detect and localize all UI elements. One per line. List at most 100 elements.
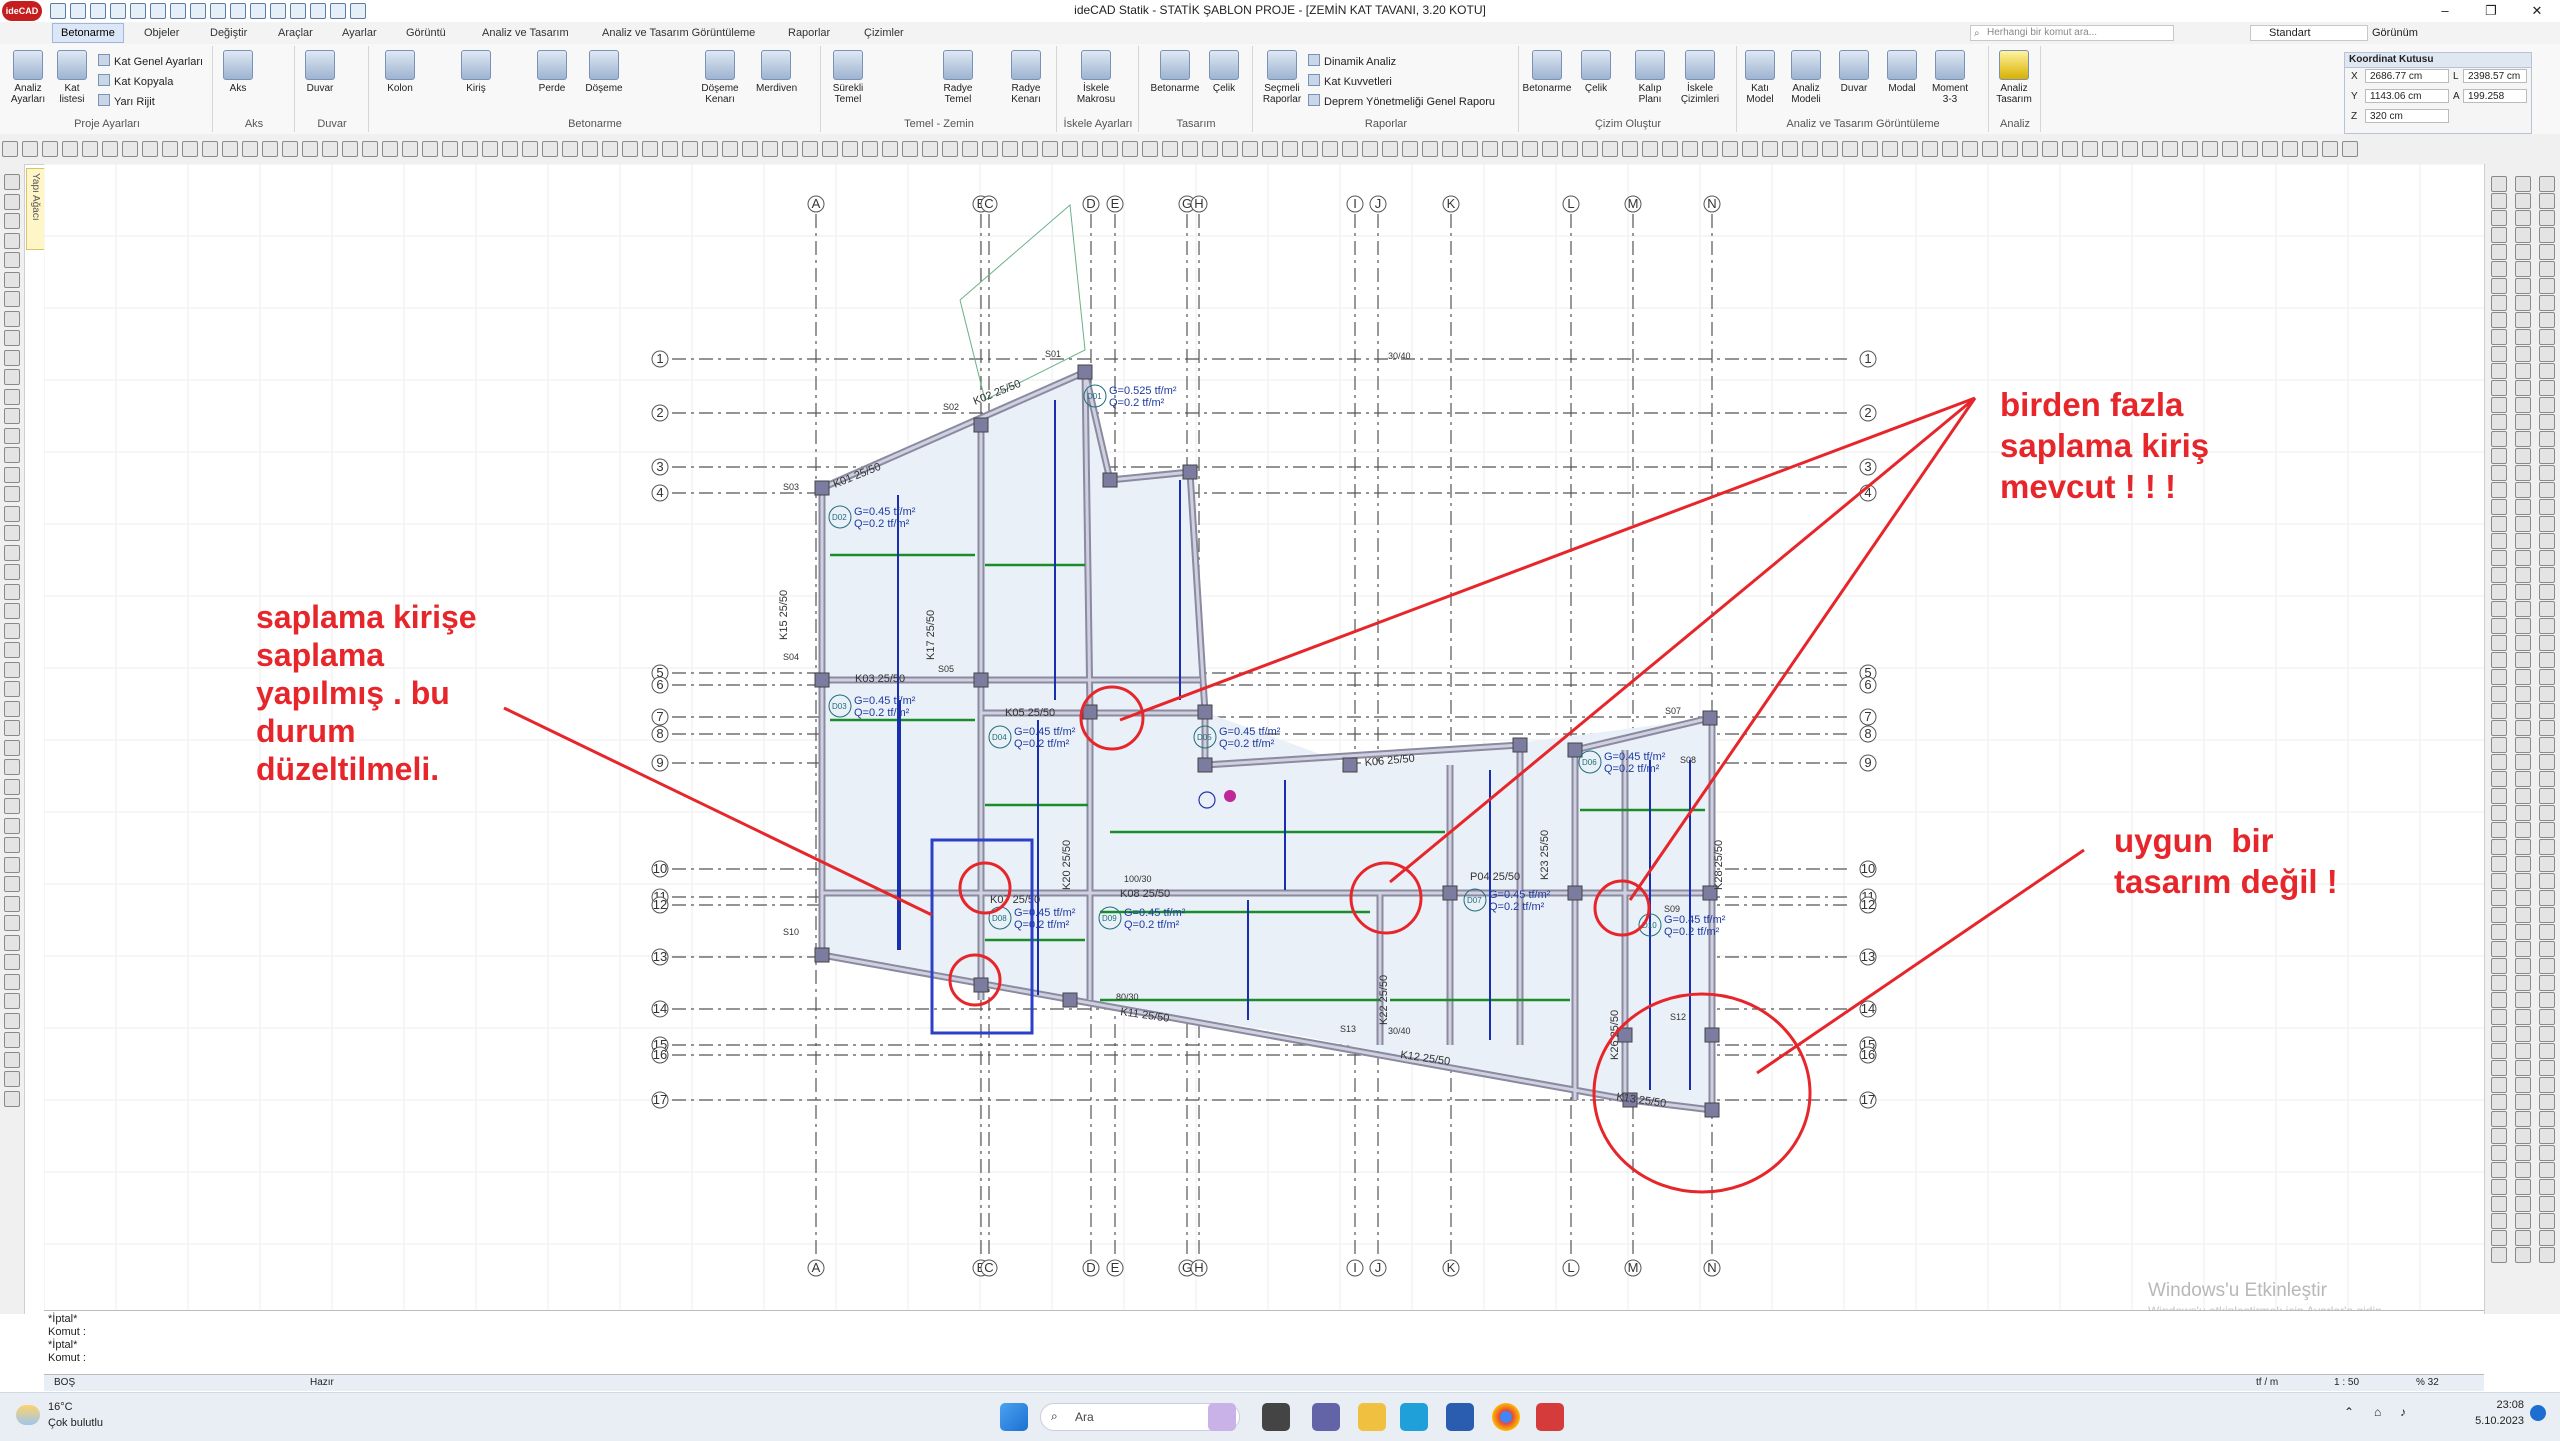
right-tool-icon[interactable] [2515,907,2531,923]
surekli-temel-button[interactable]: Sürekli Temel [828,50,868,105]
tool-icon[interactable] [1882,141,1898,157]
right-tool-icon[interactable] [2515,1162,2531,1178]
tool-icon[interactable] [2262,141,2278,157]
right-tool-icon[interactable] [2515,618,2531,634]
duvar-view-button[interactable]: Duvar [1834,50,1874,94]
tasarim-celik-button[interactable]: Çelik [1204,50,1244,94]
edge-icon[interactable] [1400,1403,1428,1431]
left-tool-icon[interactable] [4,466,20,483]
right-tool-icon[interactable] [2491,1111,2507,1127]
notification-icon[interactable] [2530,1405,2546,1421]
analiz-modeli-button[interactable]: Analiz Modeli [1786,50,1826,105]
tool-icon[interactable] [1202,141,1218,157]
weather-icon[interactable] [16,1405,40,1425]
tool-icon[interactable] [202,141,218,157]
right-tool-icon[interactable] [2539,329,2555,345]
right-tool-icon[interactable] [2515,516,2531,532]
network-icon[interactable]: ⌂ [2374,1405,2381,1419]
tool-icon[interactable] [442,141,458,157]
tool-icon[interactable] [1102,141,1118,157]
tool-icon[interactable] [1162,141,1178,157]
right-tool-icon[interactable] [2491,448,2507,464]
right-tool-icon[interactable] [2515,669,2531,685]
right-tool-icon[interactable] [2491,1128,2507,1144]
tool-icon[interactable] [342,141,358,157]
tool-icon[interactable] [1582,141,1598,157]
kat-kuvvetleri-button[interactable]: Kat Kuvvetleri [1308,74,1392,88]
right-tool-icon[interactable] [2539,1179,2555,1195]
status-unit[interactable]: tf / m [2256,1377,2278,1388]
right-tool-icon[interactable] [2515,975,2531,991]
right-tool-icon[interactable] [2491,465,2507,481]
tool-icon[interactable] [1042,141,1058,157]
left-tool-icon[interactable] [4,778,20,795]
tool-icon[interactable] [42,141,58,157]
right-tool-icon[interactable] [2515,1196,2531,1212]
right-tool-icon[interactable] [2539,686,2555,702]
tool-icon[interactable] [1342,141,1358,157]
right-tool-icon[interactable] [2491,1213,2507,1229]
left-tool-icon[interactable] [4,837,20,853]
left-tool-icon[interactable] [4,798,20,814]
tool-icon[interactable] [22,141,38,157]
right-tool-icon[interactable] [2491,601,2507,617]
perde-button[interactable]: Perde [532,50,572,94]
tool-icon[interactable] [2102,141,2118,157]
tool-icon[interactable] [1682,141,1698,157]
right-tool-icon[interactable] [2491,924,2507,940]
right-tool-icon[interactable] [2515,601,2531,617]
right-tool-icon[interactable] [2515,1145,2531,1161]
kat-genel-ayarlari-button[interactable]: Kat Genel Ayarları [98,54,203,68]
right-tool-icon[interactable] [2539,533,2555,549]
doseme-kenari-button[interactable]: Döşeme Kenarı [700,50,740,105]
right-tool-icon[interactable] [2539,1077,2555,1093]
right-tool-icon[interactable] [2515,397,2531,413]
tool-icon[interactable] [522,141,538,157]
right-tool-icon[interactable] [2491,686,2507,702]
right-tool-icon[interactable] [2491,635,2507,651]
tool-icon[interactable] [1762,141,1778,157]
right-tool-icon[interactable] [2491,1247,2507,1263]
right-tool-icon[interactable] [2539,550,2555,566]
right-tool-icon[interactable] [2539,516,2555,532]
tool-icon[interactable] [742,141,758,157]
left-tool-icon[interactable] [4,1071,20,1087]
right-tool-icon[interactable] [2515,482,2531,498]
right-tool-icon[interactable] [2539,193,2555,209]
tab-degistir[interactable]: Değiştir [202,25,255,41]
tool-icon[interactable] [2162,141,2178,157]
right-tool-icon[interactable] [2539,210,2555,226]
tool-icon[interactable] [1902,141,1918,157]
left-tool-icon[interactable] [4,349,20,366]
clock-date[interactable]: 5.10.2023 [2466,1415,2524,1427]
right-tool-icon[interactable] [2539,584,2555,600]
tool-icon[interactable] [1002,141,1018,157]
tool-icon[interactable] [1722,141,1738,157]
tool-icon[interactable] [1402,141,1418,157]
tool-icon[interactable] [862,141,878,157]
kati-model-button[interactable]: Katı Model [1740,50,1780,105]
tool-icon[interactable] [1462,141,1478,157]
right-tool-icon[interactable] [2539,1094,2555,1110]
right-tool-icon[interactable] [2491,499,2507,515]
yari-rijit-checkbox[interactable]: Yarı Rijit [98,94,155,108]
right-tool-icon[interactable] [2539,1026,2555,1042]
deprem-yonetmeligi-raporu-button[interactable]: Deprem Yönetmeliği Genel Raporu [1308,94,1495,108]
right-tool-icon[interactable] [2491,805,2507,821]
teams-icon[interactable] [1312,1403,1340,1431]
right-tool-icon[interactable] [2515,1060,2531,1076]
tool-icon[interactable] [1182,141,1198,157]
right-tool-icon[interactable] [2515,567,2531,583]
tool-icon[interactable] [2242,141,2258,157]
tool-icon[interactable] [1962,141,1978,157]
tool-icon[interactable] [1142,141,1158,157]
right-tool-icon[interactable] [2491,244,2507,260]
command-window[interactable]: *İptal* Komut : *İptal* Komut : [44,1310,2484,1374]
right-tool-icon[interactable] [2515,550,2531,566]
tool-icon[interactable] [1302,141,1318,157]
iskele-cizimleri-button[interactable]: İskele Çizimleri [1680,50,1720,105]
left-tool-icon[interactable] [4,954,20,970]
kolon-button[interactable]: Kolon [380,50,420,94]
tool-icon[interactable] [782,141,798,157]
right-tool-icon[interactable] [2515,499,2531,515]
